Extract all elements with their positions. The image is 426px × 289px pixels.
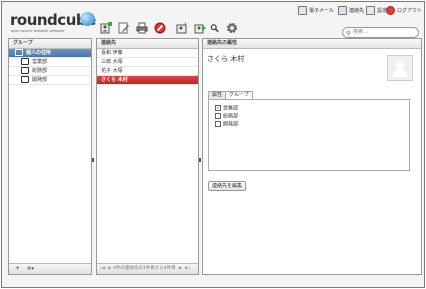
edit-icon (118, 22, 129, 34)
logo-tagline: open source webmail software (11, 29, 65, 33)
delete-icon (154, 22, 166, 34)
contacts-icon (338, 6, 347, 15)
print-button[interactable] (134, 20, 150, 36)
group-checkbox-label: 総務部 (223, 113, 239, 120)
contact-row[interactable]: 喜和 伊藤 (97, 49, 198, 58)
tab-properties[interactable]: 属性 (208, 91, 227, 99)
mail-icon (298, 6, 307, 15)
search-input[interactable]: ⚲ 検索... (342, 27, 419, 38)
groups-panel: グループ 個人の住所 営業部 総務部 開発部 + ⚙▾ (8, 38, 92, 275)
group-icon (21, 58, 29, 65)
group-item-personal[interactable]: 個人の住所 (9, 49, 91, 58)
details-header: 連絡先の属性 (203, 39, 421, 49)
address-book-icon (15, 49, 23, 56)
nav-logout-label: ログアウト (397, 8, 423, 14)
groups-footer: + ⚙▾ (9, 263, 91, 274)
logo-cube-icon (80, 12, 95, 26)
add-contact-button[interactable] (98, 20, 114, 36)
contact-details-panel: 連絡先の属性 さくら 木村 属性 グループ ✓ 営業部 総務部 開発部 連絡先を編… (202, 38, 422, 275)
search-options-button[interactable] (210, 20, 220, 36)
top-navigation: 電子メール 連絡先 設定 ログアウト (298, 6, 422, 15)
groups-splitter[interactable] (92, 158, 94, 162)
avatar-body-icon (393, 69, 407, 77)
group-item-development[interactable]: 開発部 (9, 76, 91, 85)
last-page-icon[interactable]: ▶| (185, 266, 190, 272)
group-checkbox-label: 営業部 (223, 105, 239, 112)
avatar-head-icon (396, 61, 404, 69)
group-item-label: 総務部 (32, 68, 48, 74)
gear-icon (227, 23, 237, 33)
add-group-button[interactable]: + (15, 266, 20, 272)
edit-contact-button[interactable]: 連絡先を編集 (208, 181, 247, 191)
checkbox-icon (215, 113, 221, 119)
contact-row[interactable]: 三郎 大塚 (97, 58, 198, 67)
next-page-icon[interactable]: ▶ (179, 266, 182, 272)
group-item-general-affairs[interactable]: 総務部 (9, 67, 91, 76)
group-item-sales[interactable]: 営業部 (9, 58, 91, 67)
group-item-label: 開発部 (32, 77, 48, 83)
search-icon (210, 24, 219, 33)
contacts-splitter[interactable] (199, 158, 201, 162)
contact-row[interactable]: 花子 大塚 (97, 67, 198, 76)
search-placeholder: 検索... (353, 29, 368, 35)
group-checkbox-label: 開発部 (223, 121, 239, 128)
group-item-label: 営業部 (32, 59, 48, 65)
group-checkbox-general-affairs[interactable]: 総務部 (215, 113, 238, 120)
groups-tab-content: ✓ 営業部 総務部 開発部 (208, 99, 410, 171)
first-page-icon[interactable]: |◀ (100, 266, 105, 272)
contact-photo (387, 55, 413, 81)
nav-contacts-label: 連絡先 (349, 8, 365, 14)
contacts-panel: 連絡先 喜和 伊藤 三郎 大塚 花子 大塚 さくら 木村 |◀ ◀ 4件の連絡先… (96, 38, 199, 275)
nav-logout[interactable]: ログアウト (386, 6, 422, 15)
group-checkbox-sales[interactable]: ✓ 営業部 (215, 105, 238, 112)
import-button[interactable] (174, 20, 190, 36)
nav-contacts[interactable]: 連絡先 (338, 6, 364, 15)
delete-button[interactable] (152, 20, 168, 36)
group-checkbox-development[interactable]: 開発部 (215, 121, 238, 128)
contacts-count: 4件の連絡先の1件目から4件目 (113, 266, 176, 271)
contact-name: さくら 木村 (207, 55, 245, 63)
add-contact-icon (100, 22, 112, 34)
nav-settings[interactable]: 設定 (366, 6, 387, 15)
group-icon (21, 76, 29, 83)
search-field-icon: ⚲ (346, 30, 351, 37)
prev-page-icon[interactable]: ◀ (107, 266, 110, 272)
checkbox-icon (215, 121, 221, 127)
group-actions-button[interactable]: ⚙▾ (27, 266, 34, 272)
print-icon (136, 22, 148, 34)
contacts-footer: |◀ ◀ 4件の連絡先の1件目から4件目 ▶ ▶| (97, 263, 198, 274)
contacts-header: 連絡先 (97, 39, 198, 49)
checkbox-checked-icon: ✓ (215, 105, 221, 111)
edit-button[interactable] (116, 20, 132, 36)
settings-icon (366, 6, 375, 15)
group-icon (21, 67, 29, 74)
logout-icon (386, 6, 395, 15)
nav-mail[interactable]: 電子メール (298, 6, 334, 15)
settings-menu-button[interactable] (224, 20, 240, 36)
nav-mail-label: 電子メール (309, 8, 335, 14)
contact-row-selected[interactable]: さくら 木村 (97, 76, 198, 85)
export-icon (194, 24, 206, 34)
export-button[interactable] (192, 20, 208, 36)
app-window: roundcube open source webmail software 電… (1, 1, 425, 288)
import-icon (176, 22, 187, 34)
group-item-label: 個人の住所 (26, 50, 52, 56)
groups-header: グループ (9, 39, 91, 49)
